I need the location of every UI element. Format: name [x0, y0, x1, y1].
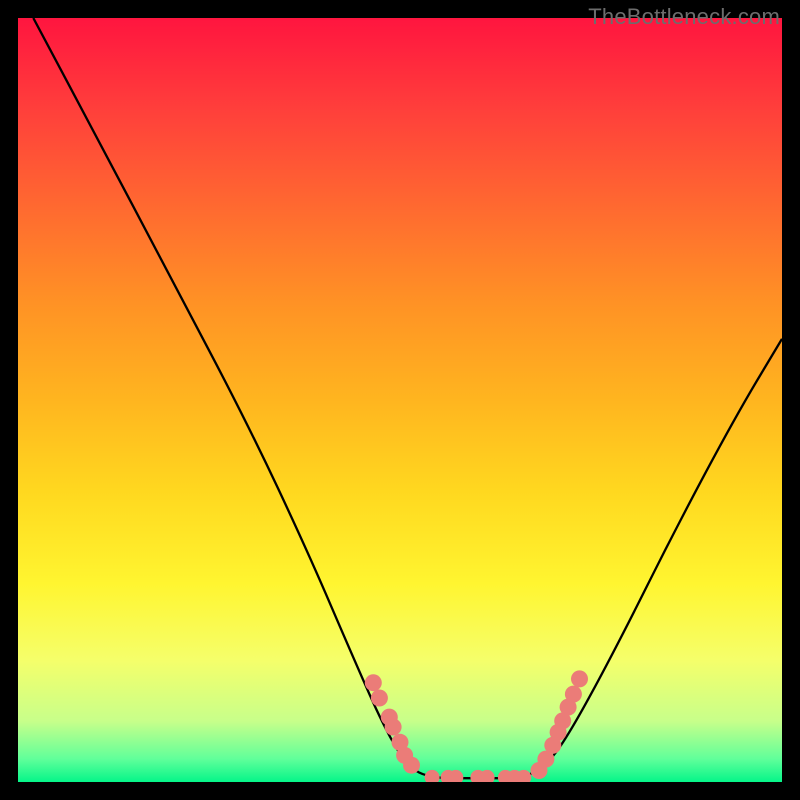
marker-dot [565, 686, 582, 703]
marker-dot [571, 670, 588, 687]
bottleneck-chart-svg [18, 18, 782, 782]
v-curve [33, 18, 782, 778]
marker-dot [385, 719, 402, 736]
watermark-text: TheBottleneck.com [588, 4, 780, 30]
marker-dot [365, 674, 382, 691]
marker-dot [371, 690, 388, 707]
marker-dot [403, 757, 420, 774]
marker-dot [425, 770, 440, 782]
marker-dots-group [365, 670, 588, 782]
